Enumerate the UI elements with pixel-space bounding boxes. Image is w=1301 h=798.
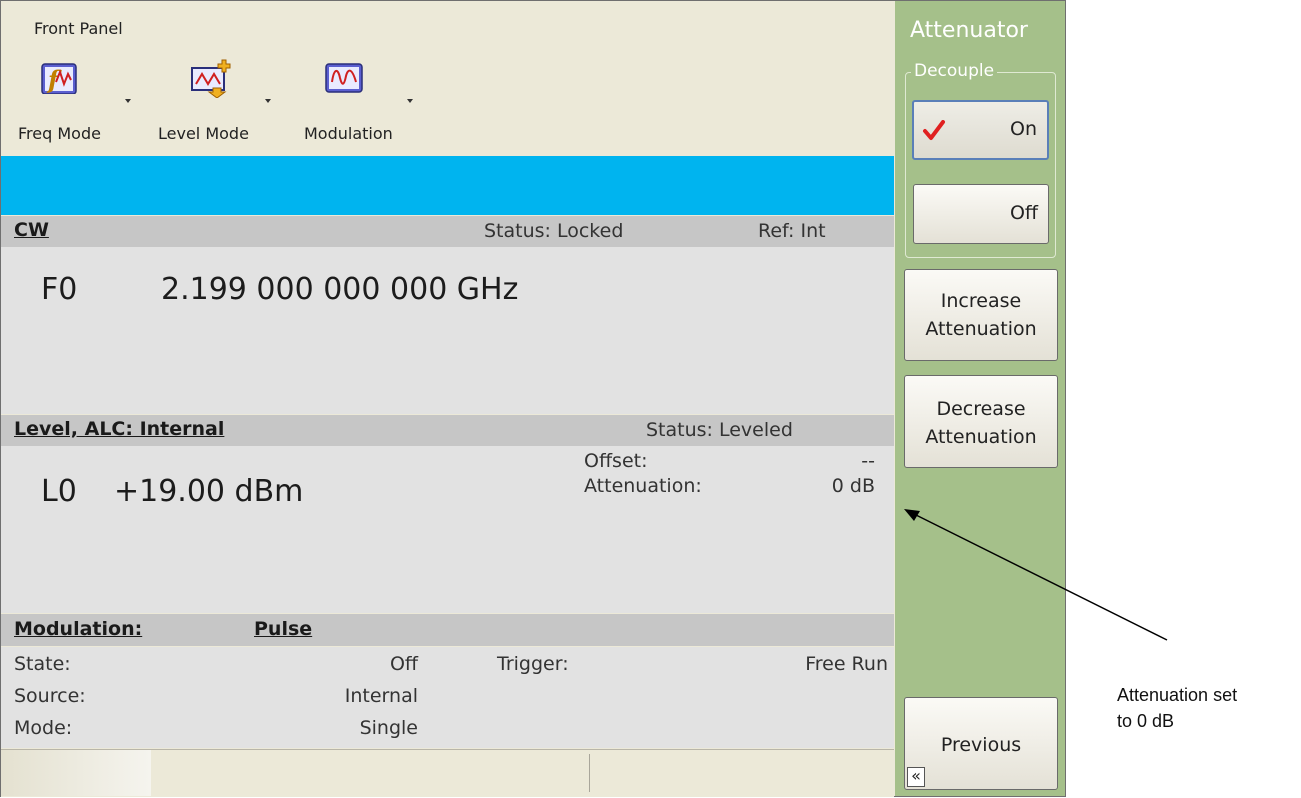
annotation-line2: to 0 dB xyxy=(1117,711,1175,731)
annotation-arrow xyxy=(904,509,1168,641)
annotation-line1: Attenuation set xyxy=(1117,685,1238,705)
